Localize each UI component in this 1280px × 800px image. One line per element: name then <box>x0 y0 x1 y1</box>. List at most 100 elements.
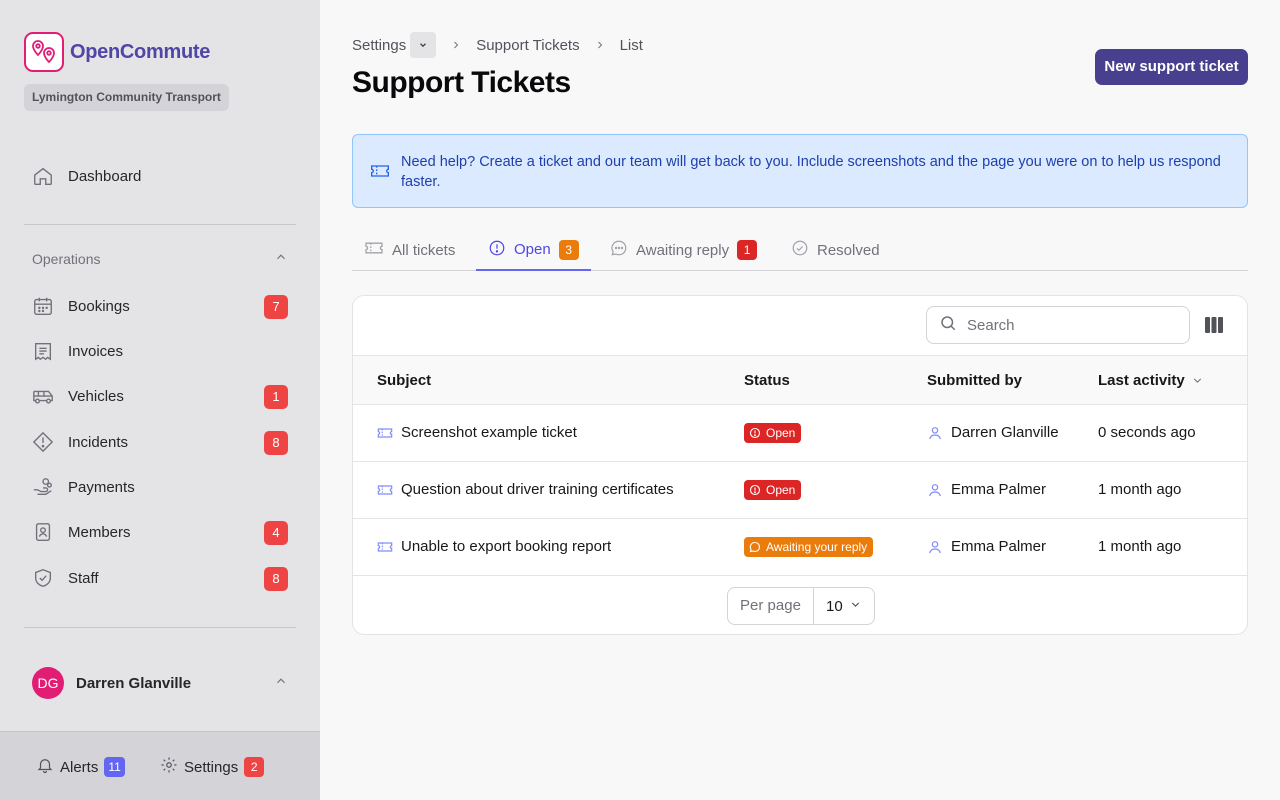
tab-awaiting-reply[interactable]: Awaiting reply 1 <box>598 230 769 270</box>
settings-label: Settings <box>184 758 239 776</box>
submitted-by-cell: Darren Glanville <box>927 424 1059 441</box>
receipt-icon <box>32 340 54 362</box>
column-header-subject[interactable]: Subject <box>377 372 431 389</box>
id-badge-icon <box>32 521 54 543</box>
chevron-right-icon <box>594 39 606 51</box>
submitter-name: Emma Palmer <box>951 538 1047 555</box>
sidebar-item-label: Staff <box>68 569 99 587</box>
tab-label: Awaiting reply <box>636 241 730 259</box>
status-badge: Open <box>744 480 802 500</box>
organization-badge[interactable]: Lymington Community Transport <box>24 84 229 111</box>
gear-icon <box>160 756 178 778</box>
alert-circle-icon <box>749 427 761 439</box>
tab-all-tickets[interactable]: All tickets <box>352 230 467 270</box>
chevron-down-icon <box>849 598 862 615</box>
table-row[interactable]: Unable to export booking report Awaiting… <box>353 519 1247 576</box>
alert-circle-icon <box>488 239 506 261</box>
hand-coins-icon <box>32 476 54 498</box>
subject-text: Screenshot example ticket <box>401 424 577 441</box>
alerts-label: Alerts <box>60 758 99 776</box>
search-box[interactable] <box>926 306 1190 344</box>
count-badge: 7 <box>264 295 288 319</box>
table-row[interactable]: Question about driver training certifica… <box>353 462 1247 519</box>
sidebar-item-invoices[interactable]: Invoices <box>24 332 296 370</box>
calendar-icon <box>32 295 54 317</box>
column-header-label: Last activity <box>1098 372 1185 389</box>
sidebar-section-operations[interactable]: Operations <box>32 250 288 267</box>
bell-icon <box>36 756 54 778</box>
sidebar-item-payments[interactable]: Payments <box>24 468 296 506</box>
chevron-down-icon <box>420 43 427 48</box>
user-icon <box>927 482 943 498</box>
per-page-value-text: 10 <box>826 597 843 615</box>
chat-bubble-icon <box>749 541 761 553</box>
columns-icon[interactable] <box>1204 316 1224 339</box>
app-name: OpenCommute <box>70 40 211 63</box>
status-cell: Open <box>744 423 802 443</box>
sidebar-footer: Alerts 11 Settings 2 <box>0 731 320 800</box>
sidebar-item-label: Incidents <box>68 433 129 451</box>
info-text: Need help? Create a ticket and our team … <box>401 154 1221 190</box>
count-badge: 1 <box>264 385 288 409</box>
chevron-up-icon <box>274 674 288 693</box>
submitted-by-cell: Emma Palmer <box>927 481 1046 498</box>
count-badge: 8 <box>264 431 288 455</box>
user-icon <box>927 425 943 441</box>
ticket-tabs: All tickets Open 3 Awaiting reply 1 Reso… <box>352 230 1248 271</box>
tab-count-badge: 1 <box>737 240 758 260</box>
tab-resolved[interactable]: Resolved <box>779 230 892 270</box>
ticket-icon <box>364 240 384 260</box>
column-header-status[interactable]: Status <box>744 372 790 389</box>
sidebar-item-dashboard[interactable]: Dashboard <box>24 157 296 195</box>
chat-bubble-icon <box>610 239 628 261</box>
sidebar-item-vehicles[interactable]: Vehicles 1 <box>24 377 296 415</box>
subject-text: Question about driver training certifica… <box>401 481 674 498</box>
app-logo[interactable]: OpenCommute <box>24 32 210 72</box>
alert-circle-icon <box>749 484 761 496</box>
subject-cell[interactable]: Screenshot example ticket <box>377 424 577 441</box>
sidebar-divider <box>24 627 296 628</box>
sidebar: OpenCommute Lymington Community Transpor… <box>0 0 320 800</box>
settings-button[interactable]: Settings 2 <box>160 756 265 778</box>
table-row[interactable]: Screenshot example ticket Open Darren Gl… <box>353 405 1247 462</box>
subject-cell[interactable]: Unable to export booking report <box>377 538 611 555</box>
sidebar-item-staff[interactable]: Staff 8 <box>24 559 296 597</box>
count-badge: 4 <box>264 521 288 545</box>
bus-icon <box>32 385 54 407</box>
breadcrumb-dropdown-button[interactable] <box>410 32 437 58</box>
column-header-submitted-by[interactable]: Submitted by <box>927 372 1022 389</box>
sidebar-item-incidents[interactable]: Incidents 8 <box>24 423 296 461</box>
home-icon <box>32 165 54 187</box>
alerts-button[interactable]: Alerts 11 <box>36 756 125 778</box>
search-input[interactable] <box>967 316 1167 334</box>
sidebar-item-label: Vehicles <box>68 387 124 405</box>
last-activity-cell: 1 month ago <box>1098 481 1182 498</box>
sidebar-item-members[interactable]: Members 4 <box>24 513 296 551</box>
status-label: Open <box>766 426 796 440</box>
settings-count-badge: 2 <box>244 757 265 777</box>
sidebar-item-label: Invoices <box>68 342 124 360</box>
logo-mark-icon <box>24 32 64 72</box>
ticket-icon <box>377 426 393 440</box>
tab-open[interactable]: Open 3 <box>476 230 591 271</box>
last-activity-cell: 1 month ago <box>1098 538 1182 555</box>
info-banner: Need help? Create a ticket and our team … <box>352 134 1248 208</box>
status-cell: Awaiting your reply <box>744 537 874 557</box>
sidebar-item-label: Dashboard <box>68 167 142 185</box>
page-title: Support Tickets <box>352 66 571 99</box>
tab-label: Resolved <box>817 241 880 259</box>
sidebar-item-bookings[interactable]: Bookings 7 <box>24 287 296 325</box>
per-page-value[interactable]: 10 <box>814 598 874 615</box>
status-label: Open <box>766 483 796 497</box>
column-header-last-activity[interactable]: Last activity <box>1098 372 1204 389</box>
chevron-up-icon <box>274 250 288 267</box>
subject-cell[interactable]: Question about driver training certifica… <box>377 481 674 498</box>
user-menu[interactable]: DG Darren Glanville <box>32 667 288 699</box>
breadcrumb-settings[interactable]: Settings <box>352 37 406 54</box>
user-icon <box>927 539 943 555</box>
new-support-ticket-button[interactable]: New support ticket <box>1095 49 1248 85</box>
status-badge: Awaiting your reply <box>744 537 874 557</box>
subject-text: Unable to export booking report <box>401 538 612 555</box>
per-page-select[interactable]: Per page 10 <box>727 587 875 625</box>
breadcrumb-support-tickets[interactable]: Support Tickets <box>476 37 579 54</box>
